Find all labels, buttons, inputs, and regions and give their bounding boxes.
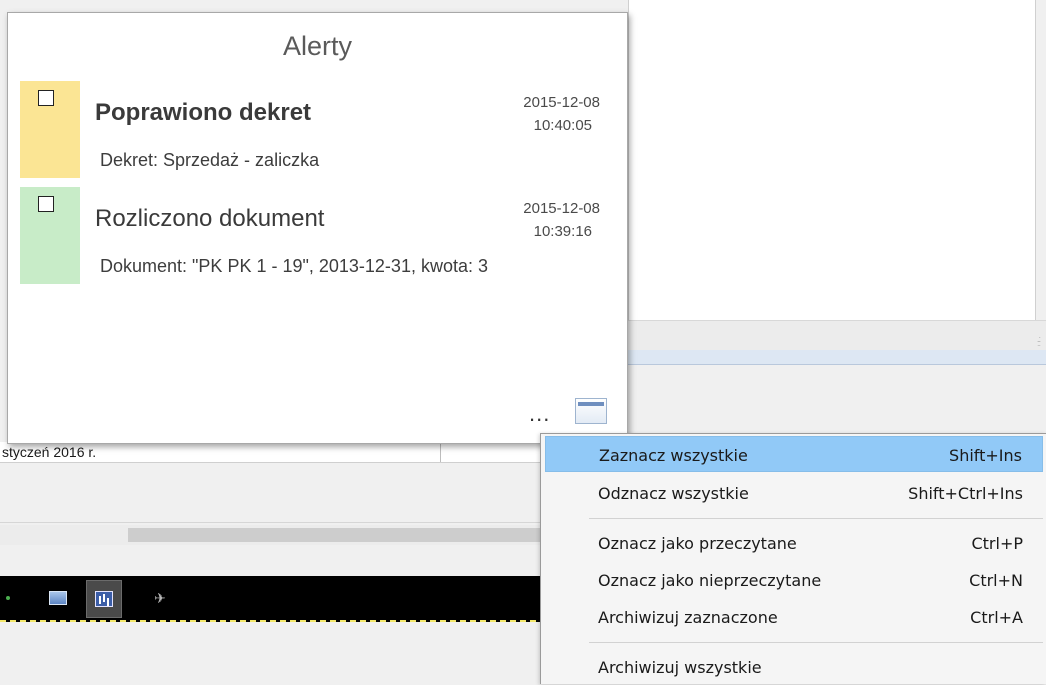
taskbar: ✈ [0, 576, 540, 622]
menu-item-label: Archiwizuj wszystkie [598, 658, 762, 677]
status-separator [440, 442, 441, 462]
menu-item-shortcut: Ctrl+N [969, 571, 1023, 590]
more-options-button[interactable]: ... [529, 403, 550, 425]
satellite-icon[interactable]: ✈ [148, 586, 172, 610]
alert-timestamp: 2015-12-08 10:40:05 [523, 91, 600, 137]
alert-description: Dokument: "PK PK 1 - 19", 2013-12-31, kw… [100, 256, 488, 276]
menu-item-label: Odznacz wszystkie [598, 484, 749, 503]
menu-item-shortcut: Ctrl+P [971, 534, 1023, 553]
menu-item-shortcut: Ctrl+A [970, 608, 1023, 627]
menu-item-shortcut: Shift+Ins [949, 446, 1022, 465]
menu-item-mark-read[interactable]: Oznacz jako przeczytane Ctrl+P [545, 525, 1043, 561]
alert-checkbox[interactable] [38, 196, 54, 212]
taskbar-border [0, 620, 540, 622]
alert-time: 10:39:16 [533, 223, 592, 240]
window-icon[interactable] [575, 398, 607, 424]
status-dot-icon [6, 596, 10, 600]
alert-heading: Poprawiono dekret [95, 99, 312, 126]
menu-item-label: Archiwizuj zaznaczone [598, 608, 778, 627]
alert-timestamp: 2015-12-08 10:39:16 [523, 197, 600, 243]
menu-item-deselect-all[interactable]: Odznacz wszystkie Shift+Ctrl+Ins [545, 475, 1043, 511]
scrollbar-thumb[interactable] [128, 528, 540, 542]
alert-date: 2015-12-08 [523, 94, 600, 111]
alert-time: 10:40:05 [533, 117, 592, 134]
divider [0, 522, 540, 523]
menu-item-select-all[interactable]: Zaznacz wszystkie Shift+Ins [545, 436, 1043, 472]
status-row: styczeń 2016 r. [0, 442, 540, 463]
right-pane-header [628, 350, 1046, 365]
chart-icon[interactable] [86, 580, 122, 618]
menu-separator [589, 642, 1043, 643]
menu-item-archive-all[interactable]: Archiwizuj wszystkie [545, 649, 1043, 685]
alert-checkbox[interactable] [38, 90, 54, 106]
alert-color-flag [20, 187, 80, 284]
menu-item-label: Zaznacz wszystkie [599, 446, 748, 465]
menu-item-label: Oznacz jako przeczytane [598, 534, 797, 553]
monitor-icon[interactable] [46, 586, 70, 610]
alert-heading: Rozliczono dokument [95, 205, 325, 232]
alert-date: 2015-12-08 [523, 200, 600, 217]
menu-item-shortcut: Shift+Ctrl+Ins [908, 484, 1023, 503]
status-text: styczeń 2016 r. [2, 444, 97, 460]
menu-item-archive-selected[interactable]: Archiwizuj zaznaczone Ctrl+A [545, 599, 1043, 635]
alert-description: Dekret: Sprzedaż - zaliczka [100, 150, 320, 170]
resize-bar: .::: [628, 320, 1046, 351]
alerts-panel: Alerty Poprawiono dekret 2015-12-08 10:4… [7, 12, 628, 444]
right-pane [628, 0, 1036, 320]
horizontal-scrollbar[interactable] [0, 525, 540, 545]
menu-separator [589, 518, 1043, 519]
alert-color-flag [20, 81, 80, 178]
resize-grip-icon[interactable]: .::: [1037, 335, 1041, 348]
alerts-title: Alerty [282, 31, 353, 61]
context-menu: Zaznacz wszystkie Shift+Ins Odznacz wszy… [540, 433, 1046, 684]
menu-item-label: Oznacz jako nieprzeczytane [598, 571, 822, 590]
menu-item-mark-unread[interactable]: Oznacz jako nieprzeczytane Ctrl+N [545, 562, 1043, 598]
